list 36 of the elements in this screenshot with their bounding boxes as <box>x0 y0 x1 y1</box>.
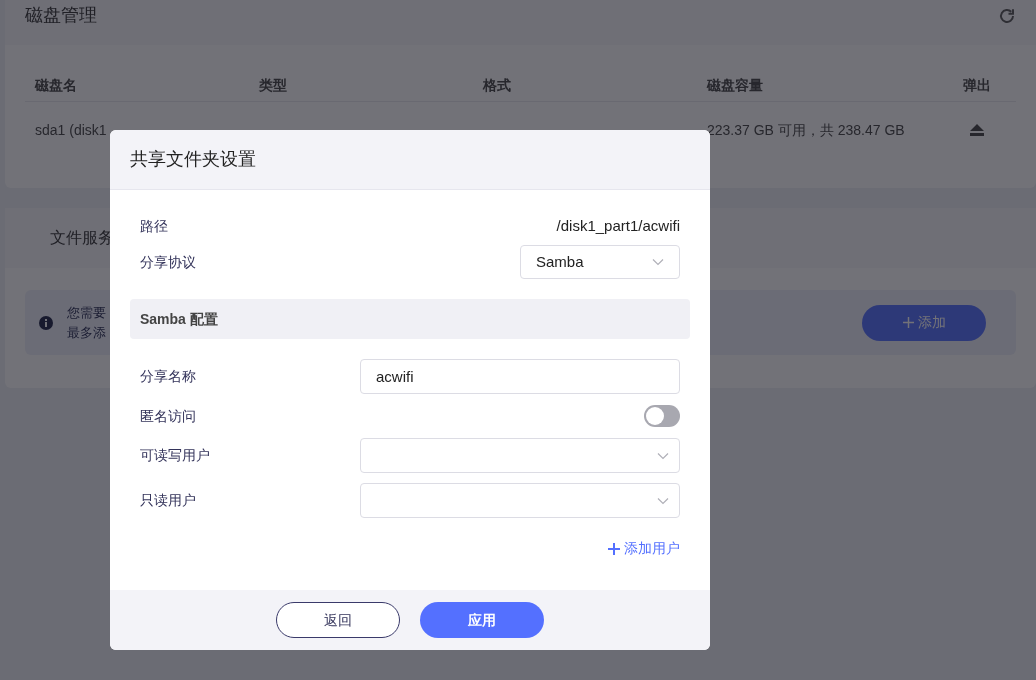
section-header: Samba 配置 <box>130 299 690 339</box>
field-label: 分享协议 <box>140 252 196 272</box>
add-button[interactable]: 添加 <box>862 304 986 341</box>
field-label: 只读用户 <box>140 491 196 510</box>
column-header: 格式 <box>483 77 511 93</box>
field-label: 路径 <box>140 216 168 236</box>
notice-text: 最多添 <box>67 323 106 342</box>
notice-text: 您需要 <box>67 303 106 322</box>
user-select[interactable] <box>360 438 680 473</box>
chevron-down-icon <box>657 451 669 460</box>
protocol-select[interactable]: Samba <box>520 245 680 279</box>
refresh-icon[interactable] <box>998 6 1016 25</box>
toggle-switch[interactable] <box>644 405 680 427</box>
table-cell: 223.37 GB 可用，共 238.47 GB <box>707 122 905 138</box>
table-cell: sda1 (disk1 <box>35 122 107 138</box>
column-header: 磁盘容量 <box>707 77 763 93</box>
column-header: 类型 <box>259 77 287 93</box>
path-value: /disk1_part1/acwifi <box>556 215 680 236</box>
plus-icon <box>902 317 914 328</box>
back-button[interactable]: 返回 <box>276 602 400 638</box>
add-user-link[interactable]: 添加用户 <box>608 538 680 559</box>
dialog-title: 共享文件夹设置 <box>130 148 256 171</box>
share-name-input[interactable]: acwifi <box>360 359 680 394</box>
eject-icon[interactable] <box>969 123 985 137</box>
panel-title: 磁盘管理 <box>25 4 97 27</box>
chevron-down-icon <box>657 496 669 505</box>
field-label: 分享名称 <box>140 367 196 386</box>
info-icon <box>39 315 53 330</box>
column-header: 弹出 <box>963 77 991 93</box>
apply-button[interactable]: 应用 <box>420 602 544 638</box>
chevron-down-icon <box>652 258 664 266</box>
plus-icon <box>608 542 620 555</box>
column-header: 磁盘名 <box>35 77 77 93</box>
field-label: 匿名访问 <box>140 406 196 426</box>
field-label: 可读写用户 <box>140 446 210 465</box>
user-select[interactable] <box>360 483 680 518</box>
